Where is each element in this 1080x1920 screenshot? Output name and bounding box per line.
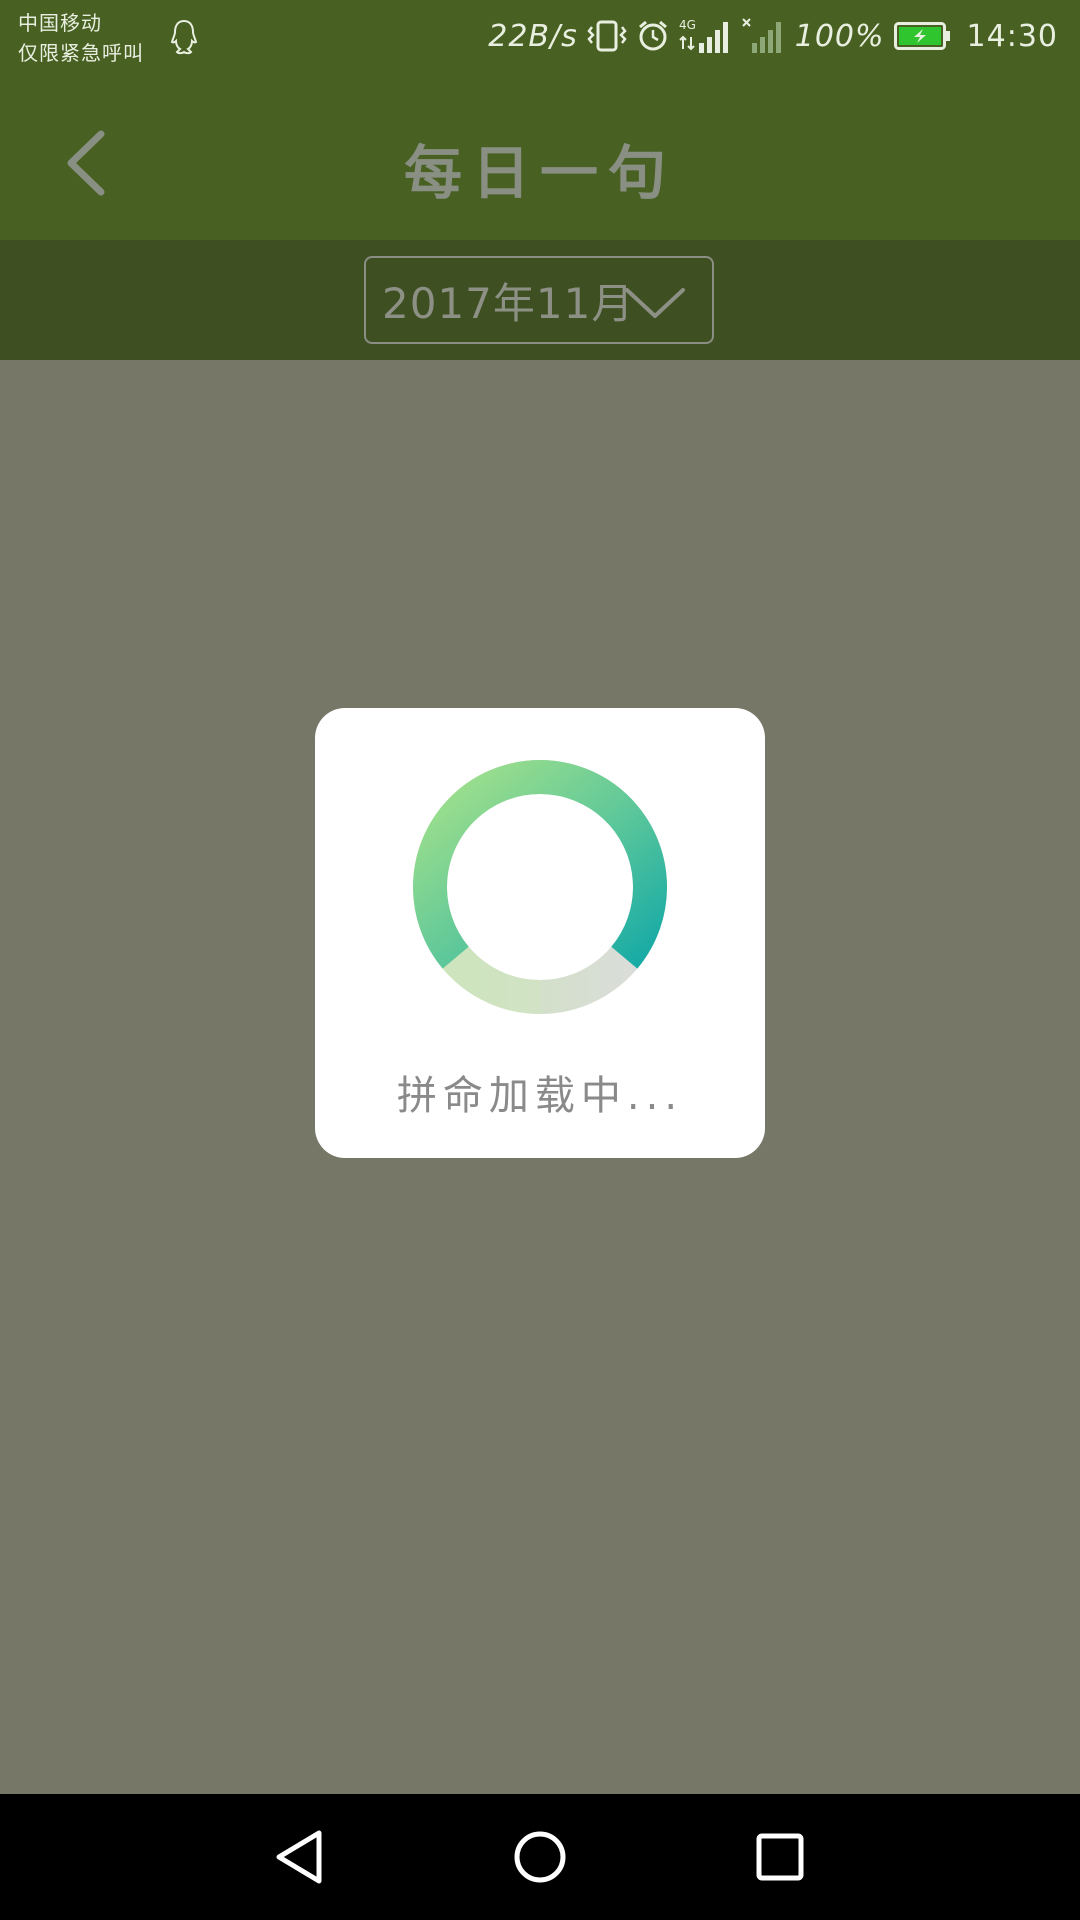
carrier-status: 仅限紧急呼叫 xyxy=(18,41,144,65)
clock: 14:30 xyxy=(966,18,1058,54)
carrier-info: 中国移动 仅限紧急呼叫 xyxy=(18,8,144,68)
loading-dialog: 拼命加载中... xyxy=(315,708,765,1158)
signal-no-sim-icon xyxy=(742,18,781,53)
chevron-down-icon xyxy=(625,288,685,318)
navigation-bar xyxy=(0,1794,1080,1920)
net-speed: 22B/s xyxy=(488,18,578,54)
battery-charging-icon xyxy=(893,22,950,50)
page-title: 每日一句 xyxy=(403,139,676,207)
status-bar: 中国移动 仅限紧急呼叫 22B/s 4G 100% 14:30 xyxy=(0,0,1080,83)
signal-4g-icon: 4G xyxy=(679,18,728,53)
month-dropdown-value: 2017年11月 xyxy=(382,278,635,328)
qq-icon xyxy=(170,19,198,55)
nav-back-icon xyxy=(276,1830,322,1884)
nav-recent-button[interactable] xyxy=(745,1822,815,1892)
loading-spinner-icon xyxy=(413,760,667,1014)
battery-percent: 100% xyxy=(794,18,885,54)
carrier-name: 中国移动 xyxy=(18,11,102,35)
loading-text: 拼命加载中... xyxy=(396,1073,684,1119)
svg-text:4G: 4G xyxy=(679,18,696,32)
nav-home-button[interactable] xyxy=(505,1822,575,1892)
month-dropdown[interactable]: 2017年11月 xyxy=(364,256,714,344)
nav-recent-icon xyxy=(756,1833,804,1881)
vibrate-icon xyxy=(587,20,627,52)
app-header: 每日一句 xyxy=(0,83,1080,240)
status-right: 22B/s 4G 100% 14:30 xyxy=(488,14,1058,58)
alarm-icon xyxy=(638,20,667,51)
nav-back-button[interactable] xyxy=(264,1822,334,1892)
screen: 中国移动 仅限紧急呼叫 22B/s 4G 100% 14:30 每日一句 201… xyxy=(0,0,1080,1920)
nav-home-icon xyxy=(514,1831,566,1883)
month-filter-bar: 2017年11月 xyxy=(0,240,1080,360)
